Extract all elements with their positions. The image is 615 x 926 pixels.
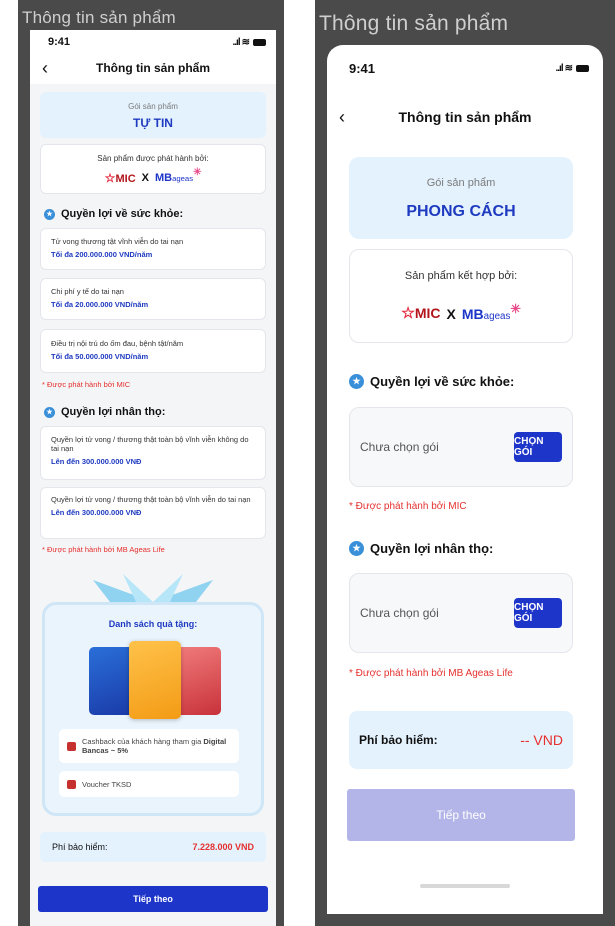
selector-placeholder: Chưa chọn gói — [360, 606, 439, 620]
premium-amount: -- VND — [520, 732, 563, 748]
status-icons: ..ıl ≋ — [555, 63, 589, 74]
premium-label: Phí bảo hiểm: — [359, 733, 438, 747]
right-screenshot-panel: Thông tin sản phẩm 9:41 ..ıl ≋ ‹ Thông t… — [315, 0, 615, 926]
package-name: TỰ TIN — [133, 116, 173, 130]
partner-logos: ☆MIC X MBageas✳ — [41, 167, 265, 185]
benefit-card: Quyền lợi tử vong / thương thật toàn bộ … — [40, 426, 266, 480]
benefit-title: Chi phí y tế do tai nạn — [51, 287, 124, 296]
premium-amount: 7.228.000 VND — [192, 842, 254, 852]
life-benefits-heading: ★ Quyền lợi nhân thọ: — [349, 541, 493, 556]
mb-ageas-logo: MBageas✳ — [155, 167, 202, 184]
issuer-card: Sản phẩm kết hợp bởi: ☆MIC X MBageas✳ — [349, 249, 573, 343]
status-time: 9:41 — [349, 60, 376, 76]
phone-frame: 9:41 ..ıl ≋ ‹ Thông tin sản phẩm Gói sản… — [30, 30, 276, 926]
premium-summary: Phí bảo hiểm: -- VND — [349, 711, 573, 769]
choose-package-button[interactable]: CHỌN GÓI — [514, 432, 562, 462]
ribbon-bow-icon — [93, 574, 213, 602]
selector-placeholder: Chưa chọn gói — [360, 440, 439, 454]
benefit-title: Quyền lợi tử vong / thương thật toàn bộ … — [51, 435, 249, 453]
status-bar: 9:41 ..ıl ≋ — [30, 34, 276, 50]
benefit-title: Tử vong thương tật vĩnh viễn do tai nạn — [51, 237, 184, 246]
health-package-selector: Chưa chọn gói CHỌN GÓI — [349, 407, 573, 487]
partner-logos: ☆MIC X MBageas✳ — [350, 301, 572, 323]
benefit-title: Quyền lợi tử vong / thương thật toàn bộ … — [51, 495, 251, 504]
page-title: Thông tin sản phẩm — [96, 61, 210, 75]
mb-ageas-logo: MBageas✳ — [461, 301, 521, 322]
status-bar: 9:41 ..ıl ≋ — [327, 59, 603, 77]
star-badge-icon: ★ — [44, 208, 55, 220]
wifi-icon: ≋ — [564, 62, 573, 74]
status-icons: ..ıl ≋ — [232, 37, 266, 48]
star-badge-icon: ★ — [44, 406, 55, 418]
benefit-value: Lên đến 300.000.000 VNĐ — [51, 457, 142, 466]
signal-icon: ..ıl — [555, 62, 563, 74]
nav-bar: ‹ Thông tin sản phẩm — [30, 58, 276, 78]
benefit-value: Tối đa 50.000.000 VND/năm — [51, 352, 149, 361]
content-area: Gói sản phẩm PHONG CÁCH Sản phẩm kết hợp… — [327, 141, 603, 914]
life-benefits-heading: ★ Quyền lợi nhân thọ: — [44, 406, 165, 418]
mic-logo: ☆MIC — [401, 305, 441, 322]
issuer-note: * Được phát hành bởi MB Ageas Life — [349, 668, 513, 679]
page-title: Thông tin sản phẩm — [398, 109, 532, 125]
benefit-card: Quyền lợi tử vong / thương thật toàn bộ … — [40, 487, 266, 539]
content-area: Gói sản phẩm TỰ TIN Sản phẩm được phát h… — [30, 84, 276, 926]
benefit-value: Lên đến 300.000.000 VNĐ — [51, 508, 142, 517]
battery-icon — [576, 64, 589, 72]
nav-bar: ‹ Thông tin sản phẩm — [327, 103, 603, 131]
signal-icon: ..ıl — [232, 36, 240, 48]
status-time: 9:41 — [48, 36, 71, 48]
package-name: PHONG CÁCH — [406, 203, 516, 220]
left-screenshot-panel: Thông tin sản phẩm 9:41 ..ıl ≋ ‹ Thông t… — [18, 0, 284, 926]
issuer-card: Sản phẩm được phát hành bởi: ☆MIC X MBag… — [40, 144, 266, 194]
gift-card-red-image — [175, 647, 221, 715]
issuer-label: Sản phẩm được phát hành bởi: — [97, 154, 209, 163]
gift-item: Cashback của khách hàng tham gia Digital… — [59, 729, 239, 763]
benefit-card: Chi phí y tế do tai nạn Tối đa 20.000.00… — [40, 278, 266, 320]
life-package-selector: Chưa chọn gói CHỌN GÓI — [349, 573, 573, 653]
package-card: Gói sản phẩm PHONG CÁCH — [349, 157, 573, 239]
package-label: Gói sản phẩm — [426, 177, 496, 189]
premium-label: Phí bảo hiểm: — [52, 842, 108, 852]
issuer-note: * Được phát hành bởi MIC — [349, 501, 467, 512]
back-icon[interactable]: ‹ — [42, 58, 48, 79]
benefit-value: Tối đa 20.000.000 VND/năm — [51, 300, 149, 309]
package-label: Gói sản phẩm — [128, 102, 178, 111]
issuer-note: * Được phát hành bởi MIC — [42, 380, 131, 389]
battery-icon — [253, 38, 266, 46]
choose-package-button[interactable]: CHỌN GÓI — [514, 598, 562, 628]
benefit-card: Điều trị nội trú do ốm đau, bệnh tật/năm… — [40, 329, 266, 373]
gift-item: Voucher TKSD — [59, 771, 239, 797]
benefit-card: Tử vong thương tật vĩnh viễn do tai nạn … — [40, 228, 266, 270]
benefit-title: Điều trị nội trú do ốm đau, bệnh tật/năm — [51, 339, 184, 348]
health-benefits-heading: ★ Quyền lợi về sức khỏe: — [44, 208, 183, 220]
star-badge-icon: ★ — [349, 374, 364, 389]
mic-logo: ☆MIC — [104, 171, 136, 185]
phone-frame: 9:41 ..ıl ≋ ‹ Thông tin sản phẩm Gói sản… — [327, 45, 603, 914]
next-button[interactable]: Tiếp theo — [38, 886, 268, 912]
gift-list-title: Danh sách quà tặng: — [108, 619, 198, 629]
next-button[interactable]: Tiếp theo — [347, 789, 575, 841]
partner-x: X — [141, 172, 149, 184]
home-indicator — [420, 884, 510, 888]
premium-summary: Phí bảo hiểm: 7.228.000 VND — [40, 832, 266, 862]
back-icon[interactable]: ‹ — [339, 107, 345, 128]
wifi-icon: ≋ — [241, 36, 250, 48]
gift-list-panel: Danh sách quà tặng: Cashback của khách h… — [42, 602, 264, 816]
star-badge-icon: ★ — [349, 541, 364, 556]
gift-icon — [67, 741, 76, 751]
health-benefits-heading: ★ Quyền lợi về sức khỏe: — [349, 374, 514, 389]
issuer-note: * Được phát hành bởi MB Ageas Life — [42, 545, 165, 554]
partner-x: X — [446, 305, 456, 322]
screen-caption: Thông tin sản phẩm — [319, 12, 509, 35]
package-card: Gói sản phẩm TỰ TIN — [40, 92, 266, 138]
screen-caption: Thông tin sản phẩm — [22, 8, 176, 27]
gift-card-orange-image — [129, 641, 181, 719]
gift-icon — [67, 779, 76, 789]
benefit-value: Tối đa 200.000.000 VND/năm — [51, 250, 153, 259]
gift-ribbon — [88, 572, 218, 604]
issuer-label: Sản phẩm kết hợp bởi: — [404, 270, 518, 282]
